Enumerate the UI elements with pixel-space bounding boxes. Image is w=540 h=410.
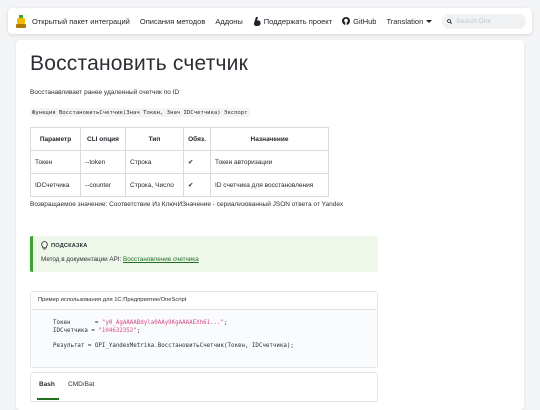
page-title: Восстановить счетчик [30, 52, 248, 75]
nav-addons[interactable]: Аддоны [215, 17, 242, 26]
search-input[interactable] [456, 17, 527, 25]
github-icon [342, 17, 351, 25]
nav-translation-label: Translation [386, 16, 424, 26]
nav-github-label: GitHub [353, 16, 377, 26]
code-example-title: Пример использования для 1С:Предприятие/… [31, 292, 377, 310]
code-counter-var: IDСчетчика = [53, 327, 99, 334]
code-semicolon: ; [224, 320, 228, 326]
cell-required: ✔ [183, 150, 211, 174]
cell-cli: --counter [80, 173, 126, 197]
code-listing: Токен = "y0_AgAAAABdyla0AAy9KgAAAAEXh61.… [53, 320, 294, 350]
chevron-down-icon [426, 19, 433, 23]
logo-icon[interactable] [16, 14, 26, 28]
tab-cmd-bat[interactable]: CMD/Bat [68, 381, 94, 388]
search-icon [447, 18, 453, 24]
api-docs-link[interactable]: Восстановление счетчика [123, 256, 199, 263]
nav-open-package[interactable]: Открытый пакет интеграций [32, 17, 130, 26]
nav-support-project[interactable]: Поддержать проект [253, 16, 333, 26]
code-result-line: Результат = OPI_YandexMetrika.Восстанови… [53, 342, 294, 349]
cell-purpose: ID счетчика для восстановления [210, 173, 329, 197]
code-token-value: "y0_AgAAAABdyla0AAy9KgAAAAEXh61..." [101, 320, 225, 326]
tab-bash[interactable]: Bash [39, 381, 55, 388]
top-navbar: Открытый пакет интеграций Описания метод… [8, 8, 532, 34]
header-purpose: Назначение [210, 127, 329, 151]
cell-purpose: Токен авторизации [210, 150, 329, 174]
tip-body: Метод в документации API: Восстановление… [41, 256, 199, 263]
content-card: Восстановить счетчик Восстанавливает ран… [16, 40, 524, 410]
header-type: Тип [125, 127, 184, 151]
nav-method-descriptions[interactable]: Описания методов [140, 17, 205, 26]
table-row: Токен --token Строка ✔ Токен авторизации [30, 150, 329, 174]
return-value-text: Возвращаемое значение: Соответствие Из К… [30, 201, 344, 208]
cell-required: ✔ [183, 173, 211, 197]
tip-title: ПОДСКАЗКА [51, 242, 88, 249]
active-tab-indicator [37, 398, 59, 400]
cell-param: Токен [30, 150, 81, 174]
search-box[interactable] [442, 13, 527, 29]
header-cli: CLI опция [80, 127, 126, 151]
nav-github[interactable]: GitHub [342, 17, 376, 26]
tip-admonition: ПОДСКАЗКА Метод в документации API: Восс… [30, 236, 378, 272]
code-semicolon: ; [136, 327, 141, 334]
tip-header: ПОДСКАЗКА [41, 241, 88, 250]
tip-text: Метод в документации API: [41, 256, 124, 263]
header-param: Параметр [30, 127, 81, 151]
nav-support-label: Поддержать проект [263, 16, 333, 26]
code-token-var: Токен = [53, 320, 102, 326]
code-counter-value: "104632352" [98, 327, 137, 334]
nav-translation-dropdown[interactable]: Translation [386, 16, 433, 26]
function-signature: Функция ВосстановитьСчетчик(Знач Токен, … [30, 108, 250, 117]
cli-tabs: Bash CMD/Bat [30, 372, 378, 402]
lightbulb-icon [41, 241, 48, 250]
cell-type: Строка [125, 150, 184, 174]
table-header-row: Параметр CLI опция Тип Обяз. Назначение [30, 127, 329, 151]
cell-param: IDСчетчика [30, 173, 81, 197]
cell-type: Строка, Число [125, 173, 184, 197]
header-required: Обяз. [183, 127, 211, 151]
boosty-icon [253, 16, 261, 26]
code-example-block: Пример использования для 1С:Предприятие/… [30, 291, 378, 368]
table-row: IDСчетчика --counter Строка, Число ✔ ID … [30, 173, 329, 197]
cell-cli: --token [80, 150, 126, 174]
parameters-table: Параметр CLI опция Тип Обяз. Назначение … [30, 127, 329, 197]
page-description: Восстанавливает ранее удаленный счетчик … [30, 89, 180, 96]
